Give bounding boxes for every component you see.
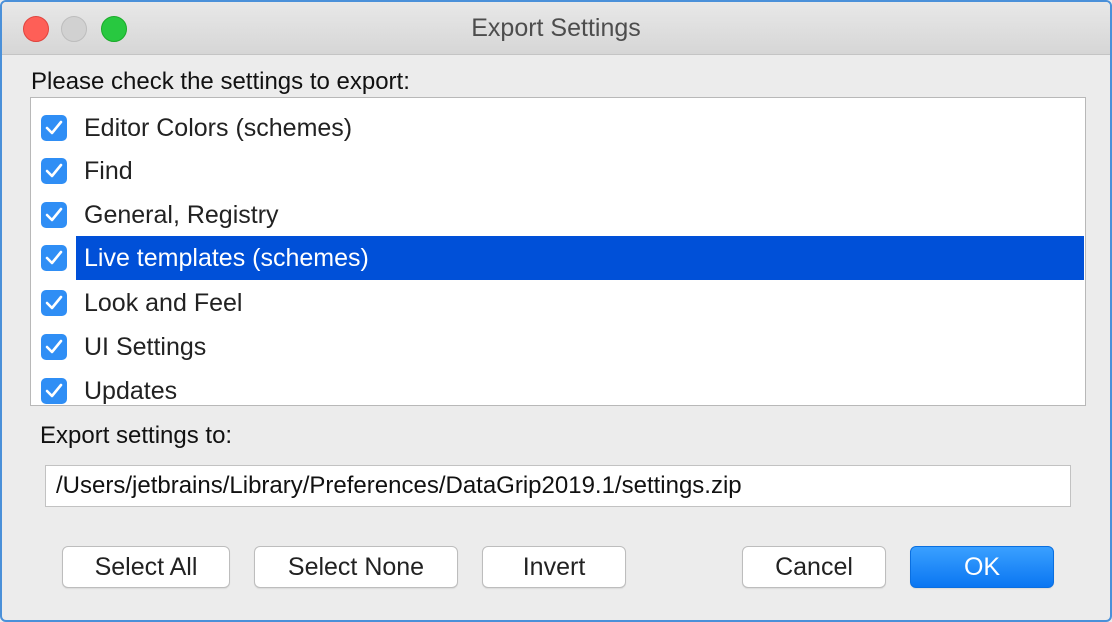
settings-item-label: Look and Feel (84, 289, 243, 317)
settings-item-label: General, Registry (84, 201, 279, 229)
settings-item-ui-settings[interactable]: UI Settings (31, 325, 1085, 369)
invert-button[interactable]: Invert (482, 546, 626, 588)
checkbox-checked-icon[interactable] (41, 334, 67, 360)
settings-list[interactable]: Editor Colors (schemes) Find General, Re… (30, 97, 1086, 406)
settings-item-editor-colors[interactable]: Editor Colors (schemes) (31, 106, 1085, 150)
checkbox-checked-icon[interactable] (41, 202, 67, 228)
export-path-label: Export settings to: (40, 422, 233, 449)
settings-item-label: Find (84, 157, 133, 185)
export-settings-dialog: Export Settings Please check the setting… (0, 0, 1112, 622)
settings-item-label: UI Settings (84, 333, 207, 361)
checkbox-checked-icon[interactable] (41, 378, 67, 404)
checkbox-checked-icon[interactable] (41, 115, 67, 141)
cancel-button[interactable]: Cancel (742, 546, 886, 588)
select-all-button[interactable]: Select All (62, 546, 230, 588)
window-title: Export Settings (471, 14, 641, 42)
select-none-button[interactable]: Select None (254, 546, 458, 588)
settings-item-label: Updates (84, 377, 178, 405)
settings-item-live-templates[interactable]: Live templates (schemes) (31, 236, 1085, 280)
ok-button[interactable]: OK (910, 546, 1054, 588)
settings-item-label: Editor Colors (schemes) (84, 114, 353, 142)
settings-item-look-and-feel[interactable]: Look and Feel (31, 281, 1085, 325)
settings-item-find[interactable]: Find (31, 149, 1085, 193)
settings-item-general-registry[interactable]: General, Registry (31, 193, 1085, 237)
settings-item-updates[interactable]: Updates (31, 369, 1085, 405)
title-bar: Export Settings (2, 2, 1110, 55)
checkbox-checked-icon[interactable] (41, 245, 67, 271)
export-path-field[interactable]: /Users/jetbrains/Library/Preferences/Dat… (45, 465, 1071, 507)
checkbox-checked-icon[interactable] (41, 158, 67, 184)
settings-item-label: Live templates (schemes) (76, 236, 1084, 280)
settings-prompt: Please check the settings to export: (31, 68, 410, 95)
checkbox-checked-icon[interactable] (41, 290, 67, 316)
